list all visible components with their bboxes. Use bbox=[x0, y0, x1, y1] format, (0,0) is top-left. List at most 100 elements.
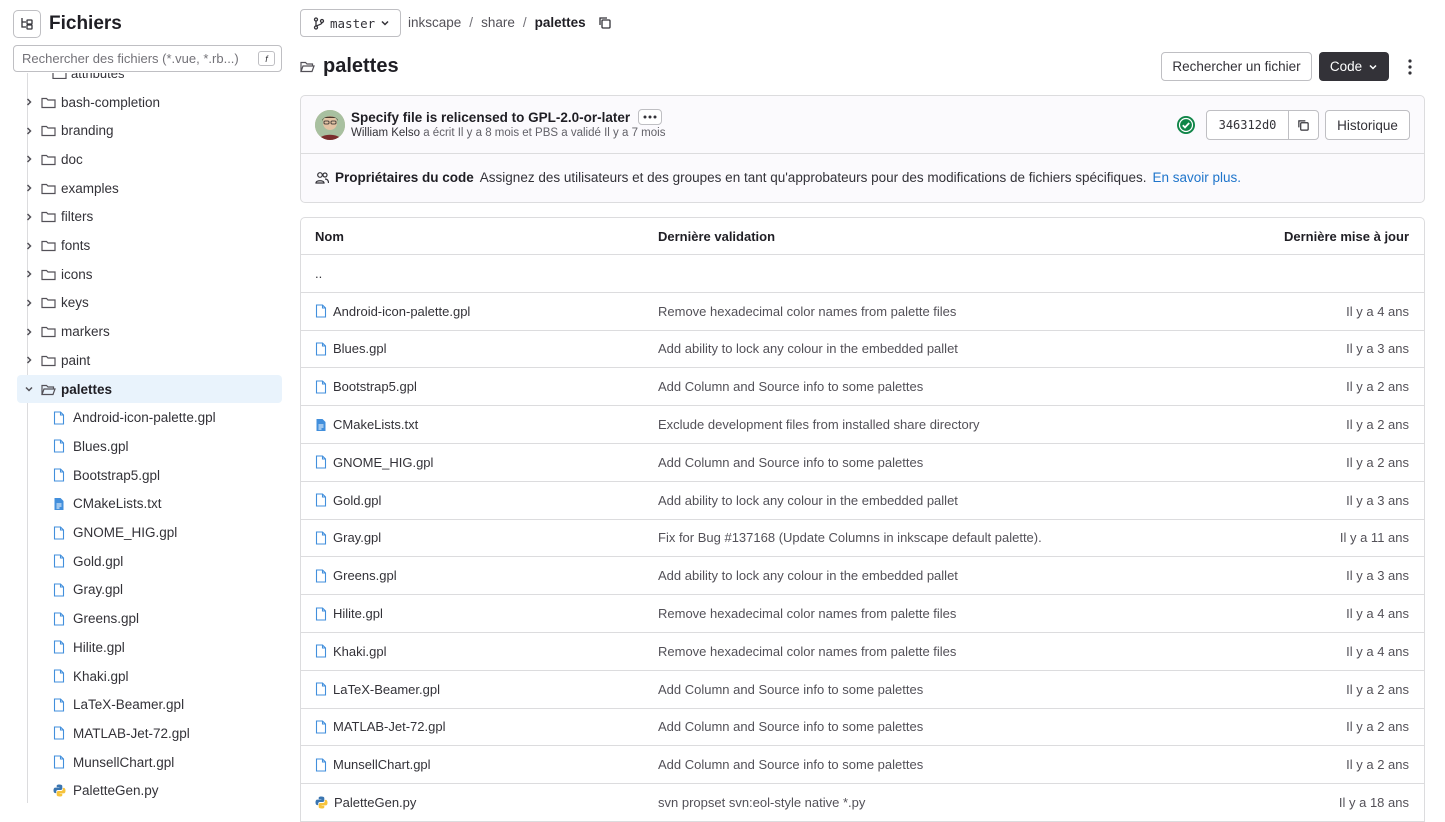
tree-file-item[interactable]: Android-icon-palette.gpl bbox=[17, 404, 282, 432]
file-name-cell[interactable]: Gold.gpl bbox=[301, 493, 644, 508]
parent-dir-row[interactable]: .. bbox=[301, 255, 1424, 293]
last-commit-link[interactable]: Remove hexadecimal color names from pale… bbox=[644, 644, 1144, 659]
file-name-link[interactable]: MATLAB-Jet-72.gpl bbox=[333, 719, 445, 734]
learn-more-link[interactable]: En savoir plus. bbox=[1153, 170, 1242, 185]
file-name-cell[interactable]: Hilite.gpl bbox=[301, 606, 644, 621]
tree-item-cut[interactable]: attributes bbox=[52, 73, 124, 79]
last-commit-link[interactable]: Add Column and Source info to some palet… bbox=[644, 455, 1144, 470]
last-commit-link[interactable]: Exclude development files from installed… bbox=[644, 417, 1144, 432]
tree-file-item[interactable]: MunsellChart.gpl bbox=[17, 748, 282, 776]
last-commit-link[interactable]: svn propset svn:eol-style native *.py bbox=[644, 795, 1144, 810]
tree-item-fonts[interactable]: fonts bbox=[17, 232, 282, 260]
last-commit-link[interactable]: Add ability to lock any colour in the em… bbox=[644, 568, 1144, 583]
table-row[interactable]: Bootstrap5.gpl Add Column and Source info… bbox=[301, 368, 1424, 407]
tree-item-branding[interactable]: branding bbox=[17, 117, 282, 145]
file-name-cell[interactable]: Greens.gpl bbox=[301, 568, 644, 583]
file-name-cell[interactable]: Bootstrap5.gpl bbox=[301, 379, 644, 394]
table-row[interactable]: Greens.gpl Add ability to lock any colour… bbox=[301, 557, 1424, 596]
file-name-link[interactable]: CMakeLists.txt bbox=[333, 417, 418, 432]
last-commit-link[interactable]: Add ability to lock any colour in the em… bbox=[644, 341, 1144, 356]
file-search-input[interactable]: Rechercher des fichiers (*.vue, *.rb...)… bbox=[13, 45, 282, 72]
tree-item-bash-completion[interactable]: bash-completion bbox=[17, 88, 282, 116]
file-name-cell[interactable]: MunsellChart.gpl bbox=[301, 757, 644, 772]
file-name-cell[interactable]: GNOME_HIG.gpl bbox=[301, 455, 644, 470]
file-name-link[interactable]: Bootstrap5.gpl bbox=[333, 379, 417, 394]
table-row[interactable]: Gray.gpl Fix for Bug #137168 (Update Colu… bbox=[301, 520, 1424, 558]
table-row[interactable]: LaTeX-Beamer.gpl Add Column and Source in… bbox=[301, 671, 1424, 709]
parent-dir-link[interactable]: .. bbox=[301, 266, 644, 281]
table-row[interactable]: Khaki.gpl Remove hexadecimal color names … bbox=[301, 633, 1424, 671]
copy-sha-button[interactable] bbox=[1289, 111, 1318, 139]
file-name-link[interactable]: Blues.gpl bbox=[333, 341, 386, 356]
tree-item-examples[interactable]: examples bbox=[17, 174, 282, 202]
file-name-link[interactable]: LaTeX-Beamer.gpl bbox=[333, 682, 440, 697]
last-commit-link[interactable]: Fix for Bug #137168 (Update Columns in i… bbox=[644, 530, 1144, 545]
tree-file-item[interactable]: MATLAB-Jet-72.gpl bbox=[17, 719, 282, 747]
file-name-link[interactable]: MunsellChart.gpl bbox=[333, 757, 431, 772]
table-row[interactable]: Gold.gpl Add ability to lock any colour i… bbox=[301, 482, 1424, 520]
tree-file-item[interactable]: PaletteGen.py bbox=[17, 777, 282, 805]
table-row[interactable]: PaletteGen.py svn propset svn:eol-style n… bbox=[301, 784, 1424, 822]
last-commit-link[interactable]: Add ability to lock any colour in the em… bbox=[644, 493, 1144, 508]
pipeline-status-icon[interactable] bbox=[1176, 115, 1196, 135]
tree-item-icons[interactable]: icons bbox=[17, 260, 282, 288]
tree-file-item[interactable]: CMakeLists.txt bbox=[17, 490, 282, 518]
tree-file-item[interactable]: Gold.gpl bbox=[17, 547, 282, 575]
file-name-link[interactable]: Android-icon-palette.gpl bbox=[333, 304, 470, 319]
commit-author[interactable]: William Kelso bbox=[351, 127, 420, 139]
file-name-cell[interactable]: MATLAB-Jet-72.gpl bbox=[301, 719, 644, 734]
file-name-cell[interactable]: Android-icon-palette.gpl bbox=[301, 304, 644, 319]
file-name-link[interactable]: Greens.gpl bbox=[333, 568, 397, 583]
file-name-link[interactable]: Gold.gpl bbox=[333, 493, 381, 508]
history-button[interactable]: Historique bbox=[1325, 110, 1410, 140]
tree-file-item[interactable]: Gray.gpl bbox=[17, 576, 282, 604]
table-row[interactable]: Android-icon-palette.gpl Remove hexadecim… bbox=[301, 293, 1424, 331]
crumb-palettes[interactable]: palettes bbox=[535, 15, 586, 30]
file-name-link[interactable]: Khaki.gpl bbox=[333, 644, 386, 659]
table-row[interactable]: Hilite.gpl Remove hexadecimal color names… bbox=[301, 595, 1424, 633]
toggle-tree-button[interactable] bbox=[13, 10, 41, 38]
branch-selector[interactable]: master bbox=[300, 9, 401, 37]
file-name-link[interactable]: Gray.gpl bbox=[333, 530, 381, 545]
tree-file-item[interactable]: GNOME_HIG.gpl bbox=[17, 519, 282, 547]
tree-item-doc[interactable]: doc bbox=[17, 145, 282, 173]
tree-item-palettes[interactable]: palettes bbox=[17, 375, 282, 403]
tree-file-item[interactable]: Khaki.gpl bbox=[17, 662, 282, 690]
tree-item-paint[interactable]: paint bbox=[17, 346, 282, 374]
file-name-link[interactable]: PaletteGen.py bbox=[334, 795, 416, 810]
tree-file-item[interactable]: Hilite.gpl bbox=[17, 633, 282, 661]
file-name-cell[interactable]: LaTeX-Beamer.gpl bbox=[301, 682, 644, 697]
last-commit-link[interactable]: Add Column and Source info to some palet… bbox=[644, 379, 1144, 394]
code-dropdown-button[interactable]: Code bbox=[1319, 52, 1389, 81]
table-row[interactable]: MATLAB-Jet-72.gpl Add Column and Source i… bbox=[301, 709, 1424, 747]
last-commit-link[interactable]: Add Column and Source info to some palet… bbox=[644, 719, 1144, 734]
tree-item-filters[interactable]: filters bbox=[17, 203, 282, 231]
find-file-button[interactable]: Rechercher un fichier bbox=[1161, 52, 1312, 81]
more-actions-button[interactable] bbox=[1399, 55, 1421, 79]
commit-sha[interactable]: 346312d0 bbox=[1207, 111, 1289, 139]
file-name-cell[interactable]: CMakeLists.txt bbox=[301, 417, 644, 432]
tree-file-item[interactable]: Blues.gpl bbox=[17, 432, 282, 460]
file-name-cell[interactable]: Gray.gpl bbox=[301, 530, 644, 545]
commit-message[interactable]: Specify file is relicensed to GPL-2.0-or… bbox=[351, 110, 630, 125]
table-row[interactable]: CMakeLists.txt Exclude development files … bbox=[301, 406, 1424, 444]
tree-file-item[interactable]: LaTeX-Beamer.gpl bbox=[17, 691, 282, 719]
copy-path-icon[interactable] bbox=[598, 16, 612, 30]
tree-item-keys[interactable]: keys bbox=[17, 289, 282, 317]
table-row[interactable]: Blues.gpl Add ability to lock any colour … bbox=[301, 331, 1424, 369]
tree-item-markers[interactable]: markers bbox=[17, 318, 282, 346]
file-name-cell[interactable]: Khaki.gpl bbox=[301, 644, 644, 659]
tree-file-item[interactable]: Greens.gpl bbox=[17, 605, 282, 633]
crumb-inkscape[interactable]: inkscape bbox=[408, 15, 461, 30]
table-row[interactable]: MunsellChart.gpl Add Column and Source in… bbox=[301, 746, 1424, 785]
table-row[interactable]: GNOME_HIG.gpl Add Column and Source info … bbox=[301, 444, 1424, 482]
last-commit-link[interactable]: Add Column and Source info to some palet… bbox=[644, 757, 1144, 772]
file-name-link[interactable]: GNOME_HIG.gpl bbox=[333, 455, 433, 470]
file-name-cell[interactable]: PaletteGen.py bbox=[301, 795, 644, 810]
last-commit-link[interactable]: Remove hexadecimal color names from pale… bbox=[644, 606, 1144, 621]
last-commit-link[interactable]: Add Column and Source info to some palet… bbox=[644, 682, 1144, 697]
tree-file-item[interactable]: Bootstrap5.gpl bbox=[17, 461, 282, 489]
crumb-share[interactable]: share bbox=[481, 15, 515, 30]
file-name-cell[interactable]: Blues.gpl bbox=[301, 341, 644, 356]
expand-commit-button[interactable] bbox=[638, 109, 663, 125]
